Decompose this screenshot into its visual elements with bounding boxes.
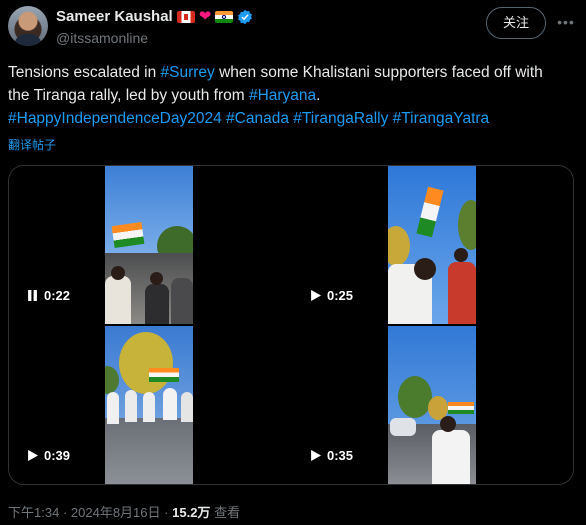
author-name[interactable]: Sameer Kaushal bbox=[56, 8, 173, 25]
video-thumbnail[interactable]: 0:39 bbox=[9, 326, 290, 484]
post-date[interactable]: 2024年8月16日 bbox=[71, 505, 161, 520]
tweet-text-part: Tensions escalated in bbox=[8, 64, 161, 81]
hashtag-link[interactable]: #Canada bbox=[226, 110, 289, 127]
tweet-text: Tensions escalated in #Surrey when some … bbox=[8, 61, 568, 130]
heart-icon: ❤ bbox=[198, 7, 212, 25]
play-icon[interactable] bbox=[310, 450, 321, 461]
author-name-row: Sameer Kaushal ❤ bbox=[56, 8, 253, 25]
avatar[interactable] bbox=[8, 6, 48, 46]
hashtag-link[interactable]: #HappyIndependenceDay2024 bbox=[8, 110, 222, 127]
video-thumbnail[interactable]: 0:35 bbox=[292, 326, 573, 484]
video-frame bbox=[388, 326, 476, 484]
canada-flag-icon bbox=[176, 10, 195, 23]
video-duration: 0:22 bbox=[44, 288, 71, 303]
author-handle[interactable]: @itssamonline bbox=[56, 30, 148, 46]
post-time[interactable]: 下午1:34 bbox=[8, 505, 59, 520]
video-controls[interactable]: 0:22 bbox=[27, 288, 70, 303]
hashtag-link[interactable]: #TirangaYatra bbox=[393, 110, 490, 127]
video-controls[interactable]: 0:25 bbox=[310, 288, 353, 303]
video-frame bbox=[388, 166, 476, 324]
separator-dot: · bbox=[62, 505, 68, 520]
more-options-icon[interactable]: ••• bbox=[556, 14, 576, 30]
hashtag-link[interactable]: #TirangaRally bbox=[293, 110, 388, 127]
video-duration: 0:35 bbox=[327, 448, 354, 463]
hashtag-link[interactable]: #Surrey bbox=[161, 64, 215, 81]
separator-dot: · bbox=[164, 505, 169, 520]
hashtag-link[interactable]: #Haryana bbox=[249, 87, 316, 104]
video-frame bbox=[105, 326, 193, 484]
video-duration: 0:25 bbox=[327, 288, 354, 303]
verified-icon[interactable] bbox=[237, 9, 253, 25]
video-frame bbox=[105, 166, 193, 324]
video-thumbnail[interactable]: 0:25 bbox=[292, 166, 573, 324]
tweet-header: Sameer Kaushal ❤ @itssamonline 关注 ••• bbox=[8, 6, 576, 50]
video-grid: 0:22 0:25 0:39 0:35 bbox=[8, 165, 574, 485]
views-label: 查看 bbox=[214, 505, 241, 520]
video-duration: 0:39 bbox=[44, 448, 71, 463]
tweet-meta: 下午1:34 · 2024年8月16日 · 15.2万 查看 bbox=[8, 502, 240, 521]
video-controls[interactable]: 0:39 bbox=[27, 448, 70, 463]
play-icon[interactable] bbox=[27, 450, 38, 461]
india-flag-icon bbox=[215, 10, 234, 23]
video-thumbnail[interactable]: 0:22 bbox=[9, 166, 290, 324]
pause-icon[interactable] bbox=[27, 290, 38, 301]
play-icon[interactable] bbox=[310, 290, 321, 301]
follow-button[interactable]: 关注 bbox=[486, 7, 546, 39]
video-controls[interactable]: 0:35 bbox=[310, 448, 353, 463]
view-count: 15.2万 bbox=[172, 505, 211, 520]
translate-post-link[interactable]: 翻译帖子 bbox=[8, 136, 56, 153]
tweet-text-part: . bbox=[316, 87, 321, 104]
